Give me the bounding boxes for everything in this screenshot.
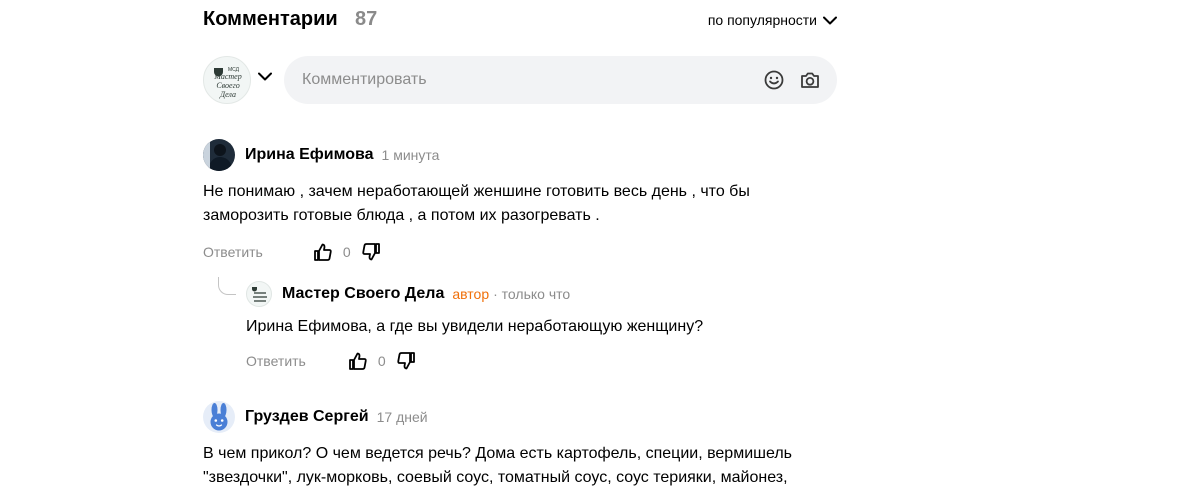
thumbs-down-icon	[361, 243, 380, 261]
comment-text-line: Не понимаю , зачем неработающей женшине …	[203, 183, 750, 200]
comment-text-line: "звездочки", лук-морковь, соевый соус, т…	[203, 469, 788, 486]
channel-logo	[252, 287, 267, 302]
channel-logo: МСД Мастер Своего Дела	[213, 67, 241, 99]
avatar[interactable]	[246, 281, 272, 307]
comment-header: Груздев Сергей 17 дней	[203, 400, 837, 434]
comment-text: В чем прикол? О чем ведется речь? Дома е…	[203, 442, 837, 489]
thread-line	[218, 277, 236, 295]
reply-button[interactable]: Ответить	[203, 244, 263, 260]
reply-button[interactable]: Ответить	[246, 353, 306, 369]
comment-time: · только что	[493, 286, 571, 302]
logo-text-3: Своего	[216, 81, 239, 90]
comment-text: Ирина Ефимова, а где вы увидели неработа…	[246, 318, 704, 335]
chevron-down-icon	[823, 16, 837, 24]
comment-item: Ирина Ефимова 1 минута Не понимаю , заче…	[203, 138, 837, 264]
avatar[interactable]	[203, 401, 235, 433]
comment-author[interactable]: Мастер Своего Дела	[282, 285, 444, 303]
comment-text-line: В чем прикол? О чем ведется речь? Дома е…	[203, 445, 793, 462]
like-count: 0	[342, 244, 351, 260]
thumbs-down-icon	[396, 352, 415, 370]
comment-text: Не понимаю , зачем неработающей женшине …	[203, 180, 837, 228]
comment-composer: МСД Мастер Своего Дела	[203, 56, 837, 104]
camera-icon[interactable]	[799, 69, 821, 91]
comment-time: 1 минута	[381, 147, 440, 163]
comments-header: Комментарии 87 по популярности	[203, 8, 837, 32]
emoji-icon[interactable]	[763, 69, 785, 91]
thumbs-up-icon	[313, 243, 332, 261]
dislike-button[interactable]	[361, 242, 381, 262]
comment-author[interactable]: Ирина Ефимова	[245, 146, 374, 164]
comment-actions: Ответить 0	[203, 240, 837, 264]
comment-input[interactable]	[302, 56, 742, 104]
sort-label: по популярности	[707, 12, 817, 28]
user-avatar[interactable]: МСД Мастер Своего Дела	[203, 56, 251, 104]
user-photo-icon	[203, 139, 235, 171]
logo-text-4: Дела	[219, 90, 236, 99]
sort-dropdown[interactable]: по популярности	[708, 12, 837, 28]
thumbs-up-icon	[348, 352, 367, 370]
dislike-button[interactable]	[396, 351, 416, 371]
like-button[interactable]	[348, 351, 368, 371]
comments-count: 87	[355, 8, 378, 30]
reply-body: Мастер Своего Дела автор · только что Ир…	[246, 277, 837, 373]
comments-title: Комментарии	[203, 8, 338, 30]
comment-header: Мастер Своего Дела автор · только что	[246, 277, 837, 311]
bunny-avatar-icon	[203, 401, 235, 433]
like-button[interactable]	[313, 242, 333, 262]
comment-actions: Ответить 0	[246, 349, 837, 373]
like-count: 0	[377, 353, 386, 369]
comment-input-box	[284, 56, 837, 104]
avatar[interactable]	[203, 139, 235, 171]
comment-header: Ирина Ефимова 1 минута	[203, 138, 837, 172]
logo-text-2: Мастер	[213, 72, 241, 81]
author-badge: автор	[452, 286, 490, 302]
comment-text-line: заморозить готовые блюда , а потом их ра…	[203, 207, 600, 224]
comment-item: Груздев Сергей 17 дней В чем прикол? О ч…	[203, 400, 837, 489]
chevron-down-icon[interactable]	[258, 72, 272, 81]
comment-time: 17 дней	[376, 409, 428, 425]
comment-author[interactable]: Груздев Сергей	[245, 408, 369, 426]
